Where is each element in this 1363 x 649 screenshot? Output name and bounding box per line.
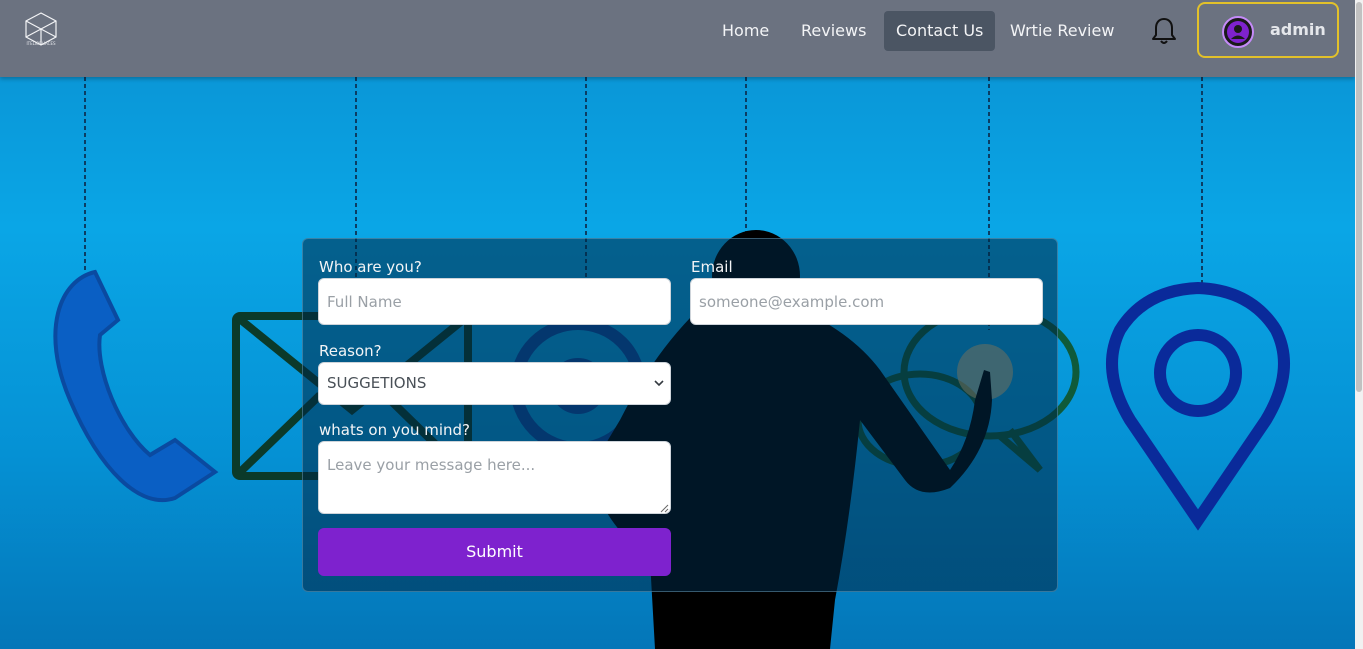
nav-reviews[interactable]: Reviews bbox=[789, 11, 878, 51]
location-pin-icon bbox=[1106, 281, 1290, 531]
message-textarea[interactable] bbox=[318, 441, 671, 514]
scrollbar-thumb[interactable] bbox=[1356, 2, 1362, 392]
message-label: whats on you mind? bbox=[319, 421, 470, 439]
top-navbar: ITELIOPLIACES Home Reviews Contact Us Wr… bbox=[0, 0, 1355, 77]
reason-selected-value: SUGGETIONS bbox=[327, 374, 427, 392]
email-label: Email bbox=[691, 258, 733, 276]
user-avatar-icon bbox=[1222, 16, 1254, 48]
bell-icon[interactable] bbox=[1150, 16, 1178, 46]
phone-icon bbox=[53, 269, 219, 503]
reason-select[interactable]: SUGGETIONS bbox=[318, 362, 671, 405]
email-input[interactable] bbox=[690, 278, 1043, 325]
nav-home[interactable]: Home bbox=[710, 11, 781, 51]
submit-button[interactable]: Submit bbox=[318, 528, 671, 576]
contact-form-card: Who are you? Email Reason? SUGGETIONS wh… bbox=[302, 238, 1058, 592]
user-name: admin bbox=[1270, 20, 1326, 39]
name-label: Who are you? bbox=[319, 258, 422, 276]
brand-caption: ITELIOPLIACES bbox=[26, 41, 56, 46]
chevron-down-icon bbox=[654, 380, 664, 387]
reason-label: Reason? bbox=[319, 342, 382, 360]
nav-write-review[interactable]: Wrtie Review bbox=[998, 11, 1126, 51]
user-menu-button[interactable]: admin bbox=[1197, 2, 1339, 58]
full-name-input[interactable] bbox=[318, 278, 671, 325]
resize-grip-icon[interactable] bbox=[659, 503, 669, 513]
page-scrollbar[interactable] bbox=[1355, 0, 1363, 649]
nav-contact-us[interactable]: Contact Us bbox=[884, 11, 996, 51]
contact-page: ITELIOPLIACES Home Reviews Contact Us Wr… bbox=[0, 0, 1363, 649]
